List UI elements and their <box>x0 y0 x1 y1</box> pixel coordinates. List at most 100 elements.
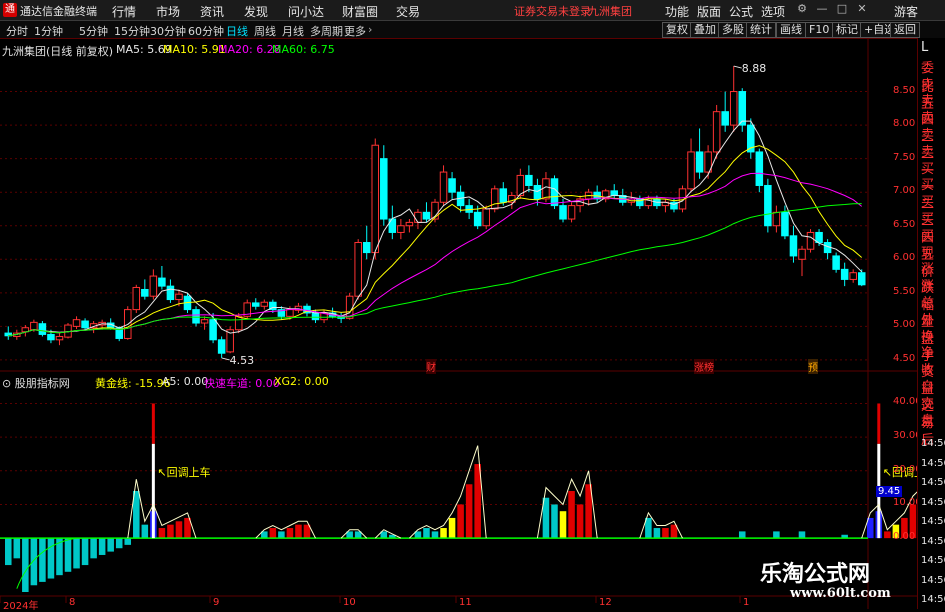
candle-body <box>260 301 269 307</box>
event-badge-cai[interactable]: 财 <box>426 359 436 374</box>
candle-body <box>200 319 209 324</box>
price-tick-label: 4.50 <box>893 352 916 364</box>
legend-xg2: XG2: 0.00 <box>274 375 329 388</box>
ma60-line <box>8 203 862 337</box>
candle-body <box>81 320 89 329</box>
indicator-bar <box>448 517 456 539</box>
right-panel-time: 14:56 <box>921 477 945 488</box>
legend-xg2-name: XG2 <box>274 375 298 388</box>
buy-signal-annotation: ↖回调上车 <box>157 466 211 480</box>
x-tick-label: 12 <box>599 597 612 608</box>
candle-body <box>781 211 789 237</box>
candle-body <box>397 225 405 233</box>
indicator-bar <box>653 528 661 539</box>
candle-body <box>158 277 166 287</box>
candle-body <box>209 319 217 341</box>
indicator-bar <box>440 528 447 539</box>
candle-body <box>371 144 380 254</box>
indicator-bar <box>295 524 302 539</box>
candle-body <box>755 151 764 186</box>
legend-ma60: MA60: 6.75 <box>272 43 335 56</box>
indicator-settings-icon[interactable]: ⊙ <box>2 377 11 390</box>
event-badge-zhangbang[interactable]: 涨榜 <box>694 359 714 374</box>
candle-body <box>550 178 559 207</box>
x-tick-label: 9 <box>213 597 220 608</box>
candle-body <box>764 184 772 227</box>
buy-signal-text: 回调上车 <box>166 466 211 480</box>
right-panel-time: 14:56 <box>921 516 945 527</box>
candle-body <box>840 268 849 280</box>
candle-body <box>422 211 431 220</box>
indicator-title: ⊙ 股朋指标网 <box>2 375 70 391</box>
candle-body <box>166 285 175 301</box>
legend-fast-lane: 快速车道: 0.00 <box>204 377 280 390</box>
indicator-bar <box>107 538 114 552</box>
watermark-text: 乐淘公式网 <box>760 562 871 587</box>
indicator-bar <box>884 531 891 539</box>
indicator-bar <box>47 538 55 579</box>
candle-body <box>738 91 747 126</box>
indicator-envelope <box>374 529 402 539</box>
indicator-bar <box>551 504 558 539</box>
right-panel-time: 14:56 <box>921 574 945 586</box>
candle-body <box>141 288 149 297</box>
x-tick-label: 8 <box>69 597 76 608</box>
legend-ma10: MA10: 5.91 <box>163 43 226 56</box>
price-tick-label: 8.00 <box>893 118 916 130</box>
candle-body <box>542 178 550 200</box>
candle-body <box>806 231 815 250</box>
candle-body <box>149 275 158 297</box>
candle-body <box>47 333 55 341</box>
candle-body <box>192 309 200 324</box>
indicator-bar <box>175 521 183 539</box>
high-price-annotation: 8.88 <box>741 62 767 76</box>
x-tick-label: 1 <box>743 597 750 608</box>
legend-ma5-name: MA5 <box>116 43 141 56</box>
event-badge-yu[interactable]: 预 <box>808 359 818 374</box>
indicator-bar <box>662 528 669 539</box>
indicator-bar <box>423 528 430 539</box>
candle-body <box>354 242 362 297</box>
candle-body <box>533 184 542 200</box>
right-panel-time: 14:56 <box>921 594 945 605</box>
candle-body <box>380 158 388 220</box>
candle-body <box>499 188 508 203</box>
indicator-bar <box>773 531 780 539</box>
right-panel-time: 14:56 <box>921 535 945 547</box>
indicator-bar <box>39 538 46 582</box>
x-tick-label: 11 <box>459 597 472 608</box>
candle-body <box>405 221 414 227</box>
candle-body <box>695 151 704 173</box>
indicator-bar <box>90 538 97 559</box>
candle-body <box>849 272 857 280</box>
price-tick-label: 5.00 <box>893 319 916 331</box>
low-price-annotation: 4.53 <box>229 353 255 367</box>
indicator-bar <box>738 531 746 539</box>
watermark-url: www.60lt.com <box>790 586 891 601</box>
indicator-bar <box>5 538 12 566</box>
candle-body <box>712 111 721 153</box>
candle-body <box>132 286 141 311</box>
indicator-bar <box>30 538 38 586</box>
legend-a5: A5: 0.00 <box>162 375 209 388</box>
high-pointer <box>733 65 742 69</box>
indicator-bar <box>158 528 166 539</box>
indicator-name: 股朋指标网 <box>14 377 70 390</box>
right-panel-time: 14:56 <box>921 555 945 566</box>
candle-body <box>729 91 738 126</box>
candle-body <box>286 309 294 317</box>
candle-body <box>525 174 533 186</box>
candle-body <box>857 272 866 286</box>
indicator-bar <box>269 528 277 539</box>
candle-body <box>362 242 371 254</box>
x-tick-label: 2024年 <box>3 601 39 612</box>
indicator-bar <box>465 484 473 539</box>
price-tick-label: 7.50 <box>893 151 916 163</box>
candle-body <box>72 319 81 327</box>
candle-body <box>559 205 567 220</box>
indicator-bar <box>141 524 149 539</box>
right-panel-item[interactable]: L <box>921 40 928 55</box>
kline-chart[interactable] <box>0 0 917 609</box>
legend-ma60-value: 6.75 <box>310 43 335 56</box>
current-value-marker: 9.45 <box>876 486 903 497</box>
